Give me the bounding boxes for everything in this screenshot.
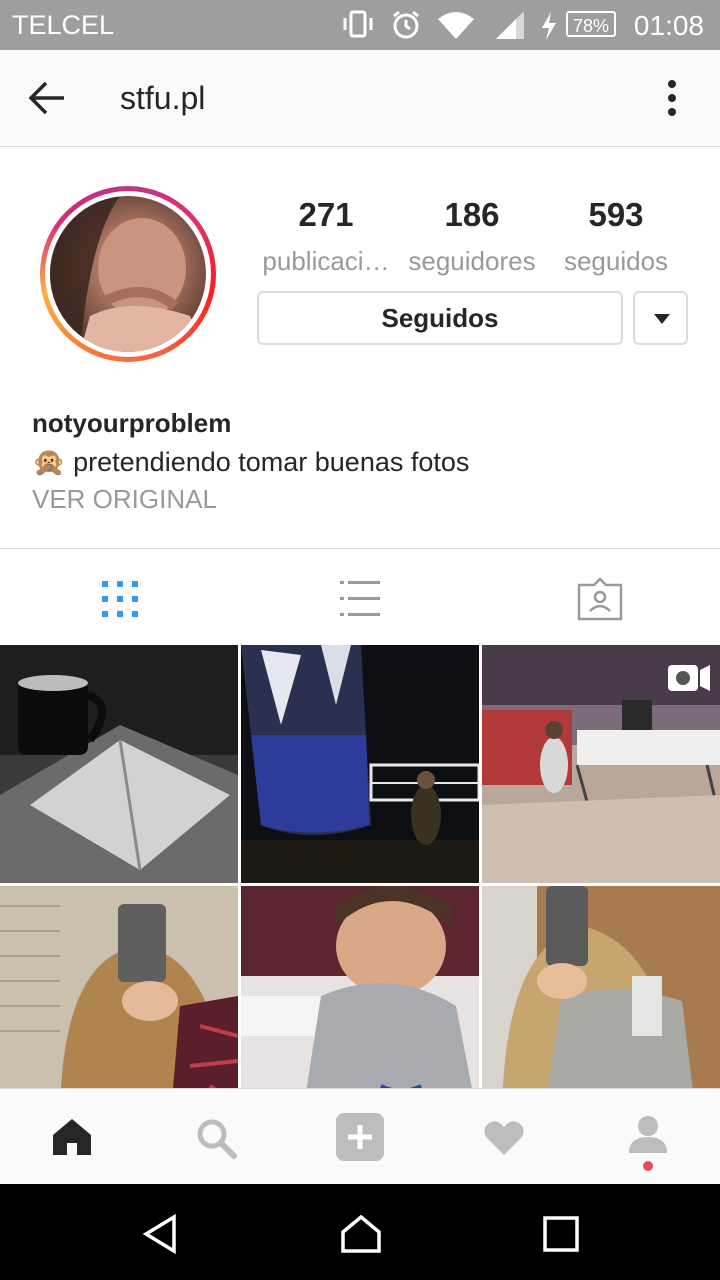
grid-photo[interactable] <box>241 886 479 1088</box>
suggestions-dropdown-button[interactable] <box>633 291 688 345</box>
photo-grid <box>0 645 720 1088</box>
nav-activity[interactable] <box>432 1089 576 1185</box>
list-icon <box>340 581 380 617</box>
story-ring[interactable] <box>40 186 216 362</box>
video-camera-icon <box>668 665 710 691</box>
nav-search[interactable] <box>144 1089 288 1185</box>
profile-bio: 🙊 pretendiendo tomar buenas fotos <box>32 447 470 477</box>
profile-name: notyourproblem <box>32 408 232 438</box>
clock: 01:08 <box>633 10 704 41</box>
battery-level: 78% <box>566 11 616 37</box>
grid-photo[interactable] <box>0 886 238 1088</box>
stat-posts[interactable]: 271 publicaci… <box>256 196 396 277</box>
following-label: seguidos <box>563 246 669 276</box>
back-arrow-icon[interactable] <box>28 80 66 116</box>
caret-down-icon <box>654 314 670 324</box>
posts-count: 271 <box>298 196 354 233</box>
profile-icon <box>627 1115 669 1155</box>
grid-photo[interactable] <box>482 886 720 1088</box>
posts-label: publicaci… <box>262 246 390 276</box>
nav-add-post[interactable] <box>288 1089 432 1185</box>
see-original-link[interactable]: VER ORIGINAL <box>32 484 217 515</box>
tab-grid[interactable] <box>0 549 240 645</box>
triangle-back-icon <box>142 1214 178 1254</box>
stat-followers[interactable]: 186 seguidores <box>402 196 542 277</box>
profile-handle-title: stfu.pl <box>120 80 206 116</box>
system-recents-button[interactable] <box>440 1184 680 1280</box>
grid-photo[interactable] <box>482 645 720 883</box>
activity-heart-icon <box>483 1119 525 1157</box>
followers-label: seguidores <box>408 246 536 276</box>
status-bar: TELCEL 78% 01:08 <box>0 0 720 50</box>
tab-list[interactable] <box>240 549 480 645</box>
square-recents-icon <box>543 1216 579 1252</box>
nav-home[interactable] <box>0 1089 144 1185</box>
following-count: 593 <box>588 196 644 233</box>
more-options-icon[interactable] <box>660 78 684 118</box>
home-outline-icon <box>340 1214 382 1254</box>
home-icon <box>51 1117 93 1157</box>
vibrate-icon <box>340 9 376 39</box>
search-icon <box>195 1117 237 1159</box>
notification-dot <box>643 1161 653 1171</box>
grid-photo[interactable] <box>0 645 238 883</box>
profile-view-tabs <box>0 548 720 645</box>
nav-profile[interactable] <box>576 1089 720 1185</box>
avatar <box>50 196 206 352</box>
carrier-name: TELCEL <box>12 10 115 40</box>
tab-tagged[interactable] <box>480 549 720 645</box>
following-button[interactable]: Seguidos <box>257 291 623 345</box>
charging-icon <box>540 12 558 40</box>
wifi-icon <box>436 9 476 41</box>
app-bar: stfu.pl <box>0 50 720 147</box>
system-navigation-bar <box>0 1184 720 1280</box>
grid-photo[interactable] <box>241 645 479 883</box>
signal-icon <box>494 9 526 41</box>
alarm-icon <box>390 9 422 41</box>
add-post-icon <box>336 1113 384 1161</box>
tagged-icon <box>577 577 623 621</box>
followers-count: 186 <box>444 196 500 233</box>
bottom-navigation <box>0 1088 720 1185</box>
stat-following[interactable]: 593 seguidos <box>546 196 686 277</box>
grid-icon <box>102 581 138 617</box>
